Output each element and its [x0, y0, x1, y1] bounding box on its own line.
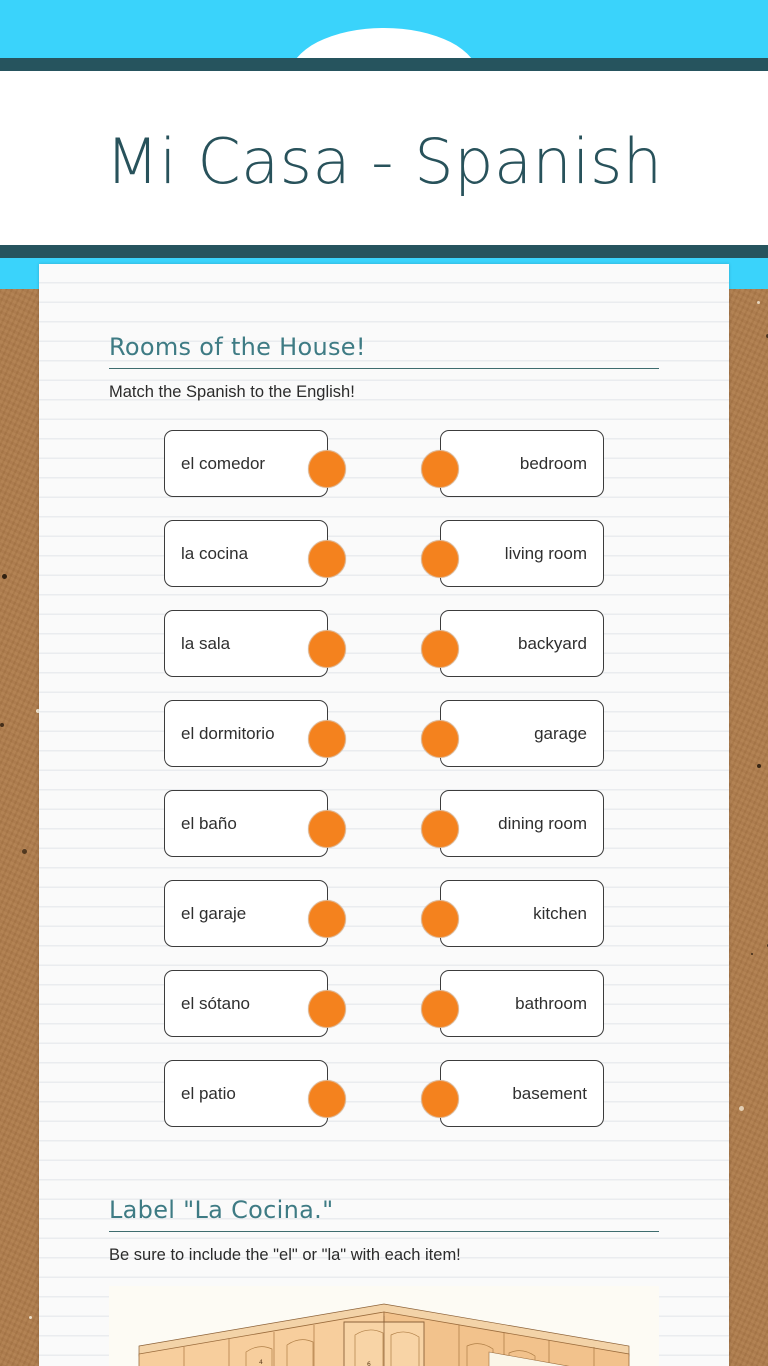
match-term-spanish[interactable]: el garaje — [164, 880, 328, 947]
match-row: la cocina living room — [39, 508, 729, 598]
match-term-english[interactable]: bathroom — [440, 970, 604, 1037]
matching-grid: el comedor bedroom la cocina living room la … — [39, 418, 729, 1138]
worksheet-paper: Rooms of the House! Match the Spanish to… — [39, 264, 729, 1366]
match-term-spanish[interactable]: el sótano — [164, 970, 328, 1037]
match-term-english[interactable]: dining room — [440, 790, 604, 857]
match-term-spanish[interactable]: el comedor — [164, 430, 328, 497]
match-term-english[interactable]: kitchen — [440, 880, 604, 947]
match-connector-dot-left[interactable] — [308, 720, 346, 758]
section-title: Rooms of the House! — [109, 333, 366, 361]
cork-speckle — [2, 574, 7, 579]
section-rooms-header: Rooms of the House! Match the Spanish to… — [109, 332, 659, 403]
match-term-spanish[interactable]: el baño — [164, 790, 328, 857]
cork-speckle — [0, 723, 4, 727]
match-term-english[interactable]: basement — [440, 1060, 604, 1127]
worksheet-content: Rooms of the House! Match the Spanish to… — [39, 264, 729, 1366]
match-term-spanish[interactable]: la sala — [164, 610, 328, 677]
match-connector-dot-right[interactable] — [421, 540, 459, 578]
cork-speckle — [739, 1106, 744, 1111]
title-area: Mi Casa - Spanish — [0, 71, 768, 245]
match-connector-dot-left[interactable] — [308, 810, 346, 848]
match-connector-dot-left[interactable] — [308, 900, 346, 938]
match-connector-dot-left[interactable] — [308, 1080, 346, 1118]
match-row: el sótano bathroom — [39, 958, 729, 1048]
cork-speckle — [751, 953, 753, 955]
match-row: el garaje kitchen — [39, 868, 729, 958]
cork-speckle — [29, 1316, 32, 1319]
match-row: el baño dining room — [39, 778, 729, 868]
match-term-english[interactable]: garage — [440, 700, 604, 767]
cork-speckle — [757, 764, 761, 768]
match-row: el dormitorio garage — [39, 688, 729, 778]
cork-speckle — [22, 849, 27, 854]
match-connector-dot-left[interactable] — [308, 450, 346, 488]
match-term-english[interactable]: backyard — [440, 610, 604, 677]
match-term-spanish[interactable]: el dormitorio — [164, 700, 328, 767]
section-label-cocina-header: Label "La Cocina." Be sure to include th… — [109, 1195, 659, 1266]
kitchen-cabinets-diagram: 4 7 6 16 — [109, 1286, 659, 1366]
match-connector-dot-right[interactable] — [421, 990, 459, 1028]
match-connector-dot-right[interactable] — [421, 1080, 459, 1118]
circle-blob-icon — [290, 28, 478, 58]
match-connector-dot-right[interactable] — [421, 720, 459, 758]
match-connector-dot-right[interactable] — [421, 450, 459, 488]
section-subtitle: Be sure to include the "el" or "la" with… — [109, 1246, 461, 1264]
section-rule — [109, 1231, 659, 1232]
cork-speckle — [757, 301, 760, 304]
header-divider-top — [0, 58, 768, 71]
header-divider-bottom — [0, 245, 768, 258]
match-row: la sala backyard — [39, 598, 729, 688]
svg-text:6: 6 — [367, 1361, 371, 1366]
match-term-english[interactable]: bedroom — [440, 430, 604, 497]
match-connector-dot-left[interactable] — [308, 990, 346, 1028]
match-connector-dot-left[interactable] — [308, 540, 346, 578]
match-row: el comedor bedroom — [39, 418, 729, 508]
page-title: Mi Casa - Spanish — [105, 125, 663, 198]
match-connector-dot-right[interactable] — [421, 810, 459, 848]
match-connector-dot-left[interactable] — [308, 630, 346, 668]
match-connector-dot-right[interactable] — [421, 630, 459, 668]
match-term-spanish[interactable]: el patio — [164, 1060, 328, 1127]
match-row: el patio basement — [39, 1048, 729, 1138]
top-banner — [0, 0, 768, 58]
match-term-spanish[interactable]: la cocina — [164, 520, 328, 587]
worksheet-page: Mi Casa - Spanish Rooms of the House! Ma… — [0, 0, 768, 1366]
section-rule — [109, 368, 659, 369]
svg-text:4: 4 — [259, 1359, 263, 1366]
match-connector-dot-right[interactable] — [421, 900, 459, 938]
match-term-english[interactable]: living room — [440, 520, 604, 587]
section-title: Label "La Cocina." — [109, 1196, 334, 1224]
section-subtitle: Match the Spanish to the English! — [109, 383, 355, 401]
